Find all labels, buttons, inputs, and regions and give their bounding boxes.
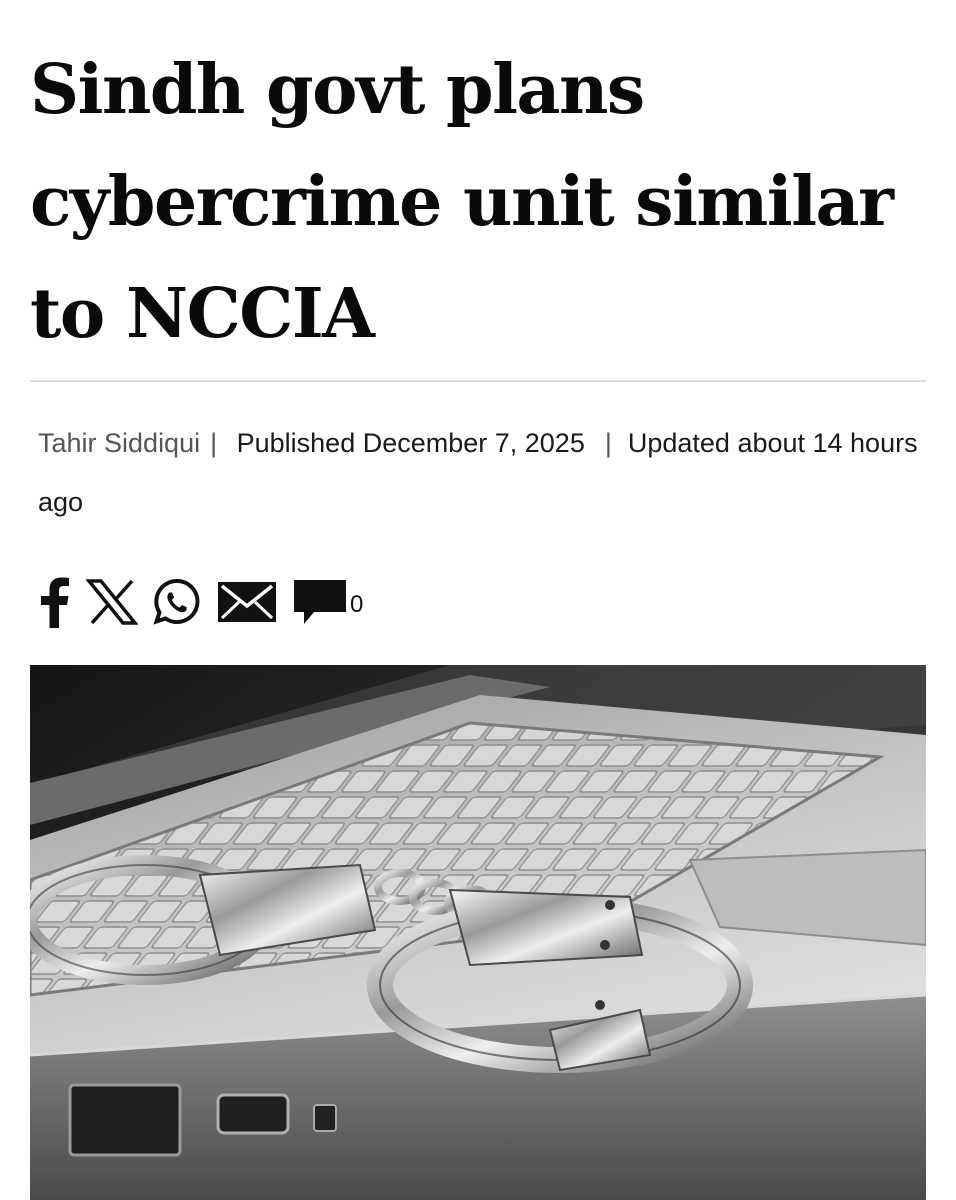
share-bar: 0 bbox=[36, 574, 363, 630]
published-date: Published December 7, 2025 bbox=[236, 428, 585, 458]
author-link[interactable]: Tahir Siddiqui bbox=[38, 428, 200, 458]
hero-image bbox=[30, 665, 926, 1200]
whatsapp-icon[interactable] bbox=[152, 577, 202, 627]
headline: Sindh govt plans cybercrime unit similar… bbox=[30, 50, 894, 354]
byline-separator: | bbox=[210, 428, 218, 458]
byline-separator: | bbox=[604, 428, 612, 458]
article: Sindh govt plans cybercrime unit similar… bbox=[0, 0, 956, 1200]
divider bbox=[30, 380, 926, 382]
byline: Tahir Siddiqui | Published December 7, 20… bbox=[38, 414, 918, 532]
x-icon[interactable] bbox=[86, 578, 138, 626]
email-icon[interactable] bbox=[216, 580, 278, 624]
comment-count[interactable]: 0 bbox=[350, 591, 363, 619]
facebook-icon[interactable] bbox=[36, 576, 72, 628]
comment-icon[interactable] bbox=[292, 576, 348, 628]
